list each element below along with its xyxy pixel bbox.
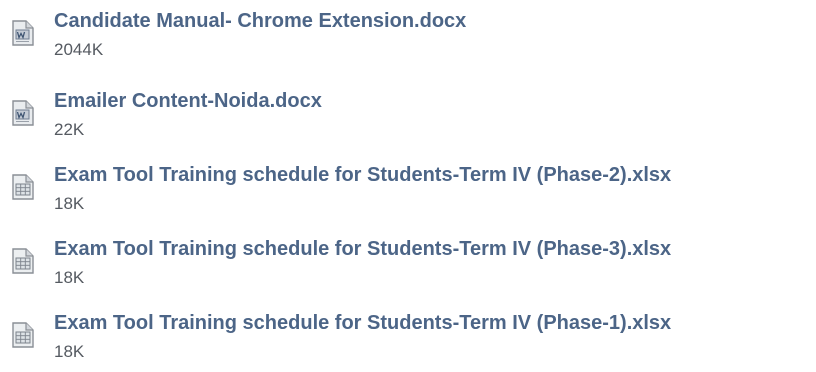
attachment-file-size: 18K [54,194,85,213]
attachment-file-name[interactable]: Exam Tool Training schedule for Students… [54,238,671,261]
attachment-item[interactable]: Exam Tool Training schedule for Students… [0,160,816,224]
spreadsheet-icon[interactable] [8,246,38,276]
attachment-item[interactable]: Emailer Content-Noida.docx 22K [0,86,816,150]
attachment-file-name[interactable]: Exam Tool Training schedule for Students… [54,164,671,187]
attachment-list: Candidate Manual- Chrome Extension.docx … [0,0,816,370]
word-document-icon[interactable] [8,18,38,48]
attachment-file-size: 22K [54,120,85,139]
attachment-file-size: 18K [54,342,85,361]
spreadsheet-icon[interactable] [8,172,38,202]
attachment-file-name[interactable]: Candidate Manual- Chrome Extension.docx [54,10,466,33]
attachment-file-size: 18K [54,268,85,287]
attachment-file-size: 2044K [54,40,104,59]
attachment-item[interactable]: Exam Tool Training schedule for Students… [0,308,816,372]
spreadsheet-icon[interactable] [8,320,38,350]
attachment-file-name[interactable]: Exam Tool Training schedule for Students… [54,312,671,335]
attachment-item[interactable]: Exam Tool Training schedule for Students… [0,234,816,298]
word-document-icon[interactable] [8,98,38,128]
attachment-item[interactable]: Candidate Manual- Chrome Extension.docx … [0,6,816,70]
attachment-file-name[interactable]: Emailer Content-Noida.docx [54,90,322,113]
